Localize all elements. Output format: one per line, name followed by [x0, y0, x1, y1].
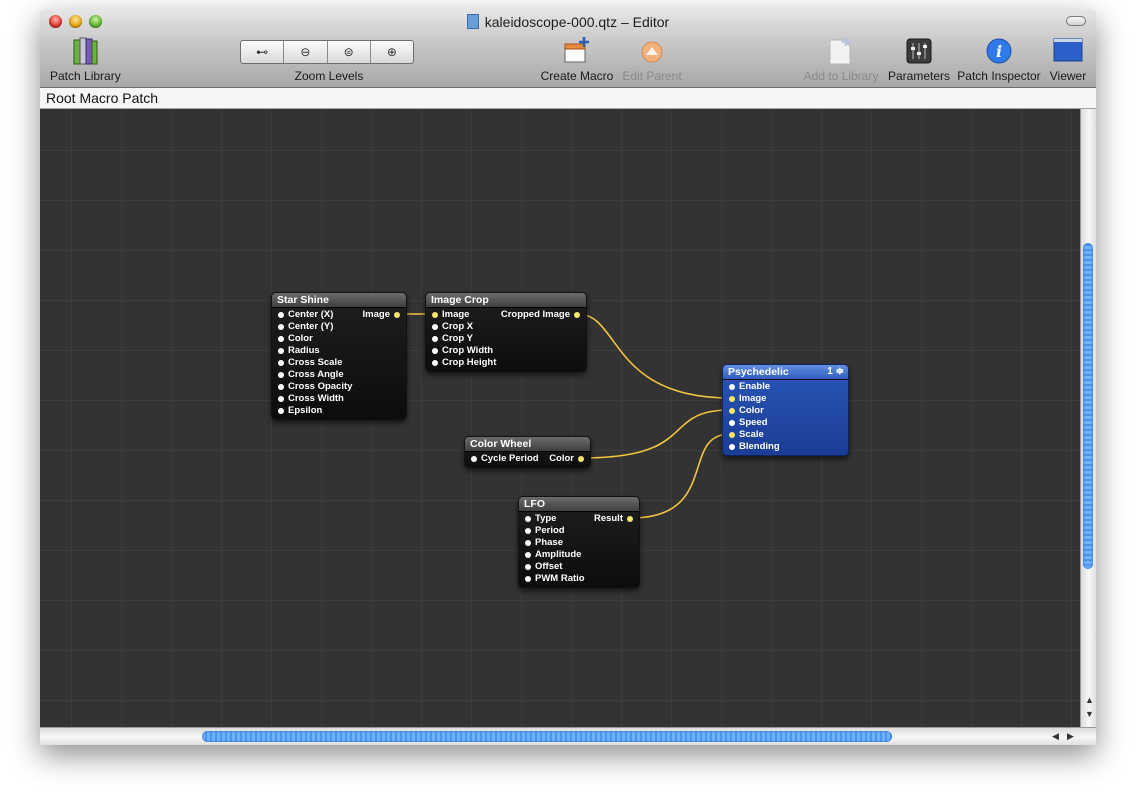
scroll-left-arrow-icon[interactable]: ◀ — [1052, 731, 1059, 742]
input-port[interactable]: PWM Ratio — [525, 573, 585, 585]
output-port[interactable]: Cropped Image — [501, 309, 580, 321]
input-port[interactable]: Blending — [729, 441, 780, 453]
input-port[interactable]: Enable — [729, 381, 770, 393]
add-to-library-button[interactable]: Add to Library — [802, 36, 880, 84]
svg-text:i: i — [996, 42, 1002, 61]
scroll-right-arrow-icon[interactable]: ▶ — [1067, 731, 1074, 742]
vertical-scroll-thumb[interactable] — [1083, 243, 1093, 569]
input-port[interactable]: Crop Y — [432, 333, 473, 345]
zoom-fit-icon: ⊷ — [256, 45, 269, 59]
zoom-levels-label: Zoom Levels — [294, 69, 364, 83]
viewer-button[interactable]: Viewer — [1046, 36, 1090, 84]
output-port[interactable]: Image — [363, 309, 400, 321]
sliders-icon — [906, 38, 932, 64]
patch-lfo[interactable]: LFO Type Period Phase Amplitude Offset P… — [518, 496, 640, 588]
document-icon — [466, 14, 479, 29]
input-port[interactable]: Cross Angle — [278, 369, 344, 381]
patch-title: Psychedelic 1 ≑ — [723, 365, 848, 380]
wire-lfo-to-psychedelic-scale — [630, 433, 731, 519]
patch-title: Color Wheel — [465, 437, 590, 452]
create-macro-icon — [564, 37, 589, 63]
input-port[interactable]: Image — [729, 393, 766, 405]
window-title: kaleidoscope-000.qtz – Editor — [40, 14, 1096, 30]
input-port[interactable]: Type — [525, 513, 556, 525]
patch-inspector-label: Patch Inspector — [957, 69, 1041, 83]
patch-library-button[interactable]: Patch Library — [50, 36, 121, 84]
parameters-label: Parameters — [888, 69, 951, 83]
edit-parent-icon — [641, 41, 663, 63]
layer-stepper[interactable]: 1 ≑ — [827, 365, 844, 379]
input-port[interactable]: Color — [278, 333, 313, 345]
patch-star-shine[interactable]: Star Shine Center (X) Center (Y) Color R… — [271, 292, 407, 420]
input-port[interactable]: Crop Height — [432, 357, 496, 369]
books-icon — [73, 37, 98, 65]
wire-colorwheel-to-psychedelic-color — [581, 409, 731, 459]
input-port[interactable]: Crop Width — [432, 345, 493, 357]
input-port[interactable]: Epsilon — [278, 405, 322, 417]
viewer-label: Viewer — [1049, 69, 1087, 83]
connections-layer — [397, 313, 731, 519]
edit-parent-button[interactable]: Edit Parent — [620, 36, 684, 84]
input-port[interactable]: Radius — [278, 345, 320, 357]
create-macro-button[interactable]: Create Macro — [540, 36, 614, 84]
zoom-fit-button[interactable]: ⊷ — [241, 41, 285, 63]
parameters-button[interactable]: Parameters — [888, 36, 950, 84]
input-port[interactable]: Phase — [525, 537, 563, 549]
output-port[interactable]: Result — [594, 513, 633, 525]
zoom-levels-group: Zoom Levels — [280, 36, 378, 84]
input-port[interactable]: Center (Y) — [278, 321, 333, 333]
patch-editor-canvas[interactable]: Star Shine Center (X) Center (Y) Color R… — [40, 109, 1080, 727]
viewer-icon — [1053, 38, 1083, 62]
patch-library-label: Patch Library — [50, 69, 121, 83]
patch-color-wheel[interactable]: Color Wheel Cycle Period Color — [464, 436, 591, 468]
add-to-library-icon — [829, 37, 851, 65]
add-to-library-label: Add to Library — [803, 69, 879, 83]
input-port[interactable]: Cycle Period — [471, 453, 539, 465]
input-port[interactable]: Crop X — [432, 321, 473, 333]
horizontal-scroll-thumb[interactable] — [202, 731, 892, 742]
input-port[interactable]: Image — [432, 309, 469, 321]
patch-path-bar: Root Macro Patch — [40, 88, 1096, 109]
input-port[interactable]: Speed — [729, 417, 768, 429]
scroll-up-arrow-icon[interactable]: ▲ — [1085, 695, 1094, 705]
root-macro-patch-label[interactable]: Root Macro Patch — [46, 90, 158, 106]
input-port[interactable]: Offset — [525, 561, 562, 573]
zoom-in-icon: ⊕ — [386, 45, 397, 59]
info-icon: i — [986, 38, 1012, 64]
patch-psychedelic[interactable]: Psychedelic 1 ≑ Enable Image Color Speed … — [722, 364, 849, 456]
editor-window: kaleidoscope-000.qtz – Editor Patch Libr… — [40, 10, 1096, 745]
patch-title: Star Shine — [272, 293, 406, 308]
toolbar-toggle-button[interactable] — [1066, 16, 1086, 26]
input-port[interactable]: Cross Width — [278, 393, 344, 405]
toolbar: kaleidoscope-000.qtz – Editor Patch Libr… — [40, 10, 1096, 88]
wire-crop-to-psychedelic-image — [577, 313, 731, 399]
input-port[interactable]: Scale — [729, 429, 764, 441]
input-port[interactable]: Center (X) — [278, 309, 333, 321]
horizontal-scrollbar[interactable]: ◀ ▶ — [40, 727, 1096, 745]
patch-inspector-button[interactable]: i Patch Inspector — [956, 36, 1042, 84]
edit-parent-label: Edit Parent — [622, 69, 682, 83]
patch-image-crop[interactable]: Image Crop Image Crop X Crop Y Crop Widt… — [425, 292, 587, 372]
input-port[interactable]: Amplitude — [525, 549, 581, 561]
vertical-scrollbar[interactable]: ▲ ▼ — [1080, 109, 1096, 727]
input-port[interactable]: Color — [729, 405, 764, 417]
input-port[interactable]: Cross Scale — [278, 357, 342, 369]
patch-title: LFO — [519, 497, 639, 512]
input-port[interactable]: Cross Opacity — [278, 381, 352, 393]
input-port[interactable]: Period — [525, 525, 565, 537]
patch-title: Image Crop — [426, 293, 586, 308]
output-port[interactable]: Color — [549, 453, 584, 465]
create-macro-label: Create Macro — [540, 69, 614, 83]
scroll-down-arrow-icon[interactable]: ▼ — [1085, 709, 1094, 719]
